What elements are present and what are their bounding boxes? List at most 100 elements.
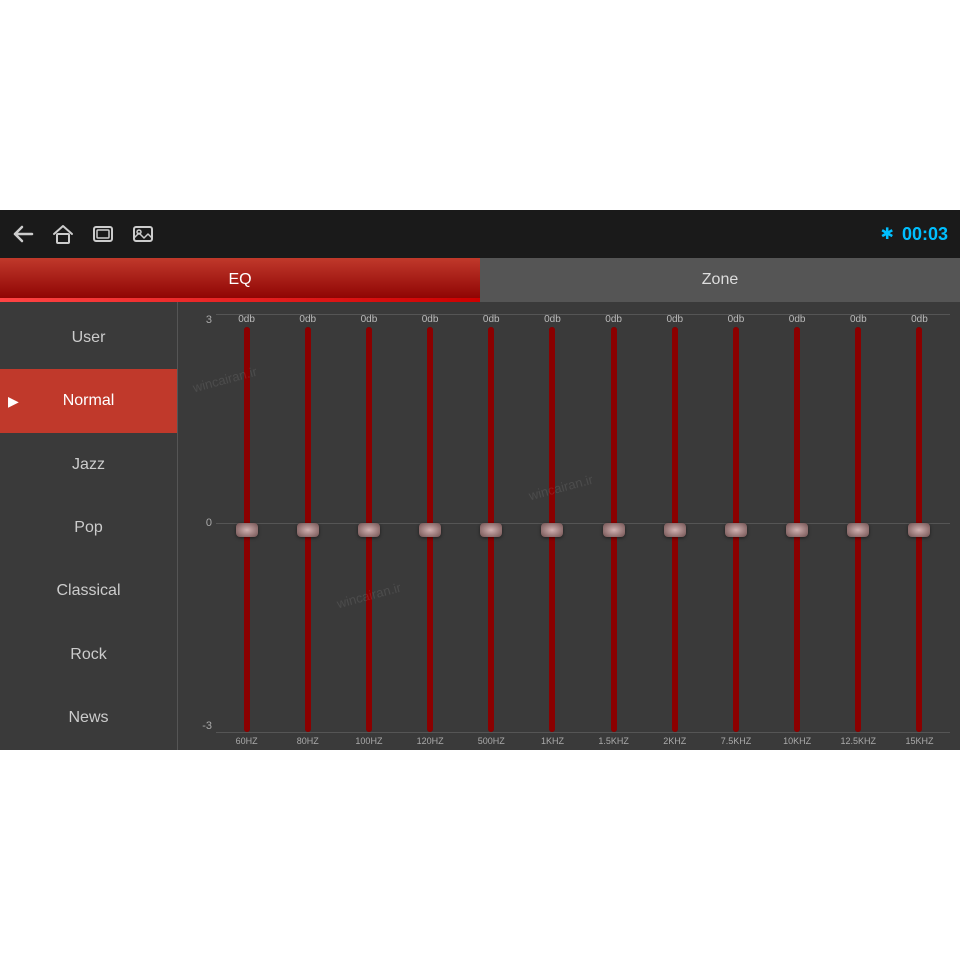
db-label-5: 0db bbox=[544, 314, 561, 325]
slider-track-4 bbox=[488, 327, 494, 732]
eq-band-12.5KHZ[interactable]: 0db bbox=[828, 314, 889, 732]
hz-label-1: 80HZ bbox=[277, 736, 338, 746]
image-button[interactable] bbox=[132, 225, 154, 243]
slider-thumb-3[interactable] bbox=[419, 523, 441, 537]
window-button[interactable] bbox=[92, 225, 114, 243]
sidebar-item-normal[interactable]: ▶ Normal bbox=[0, 369, 177, 432]
slider-track-wrap-9 bbox=[767, 327, 828, 732]
eq-band-80HZ[interactable]: 0db bbox=[277, 314, 338, 732]
sidebar-item-jazz[interactable]: Jazz bbox=[0, 433, 177, 496]
sidebar-item-classical[interactable]: Classical bbox=[0, 560, 177, 623]
eq-sliders: 0db0db0db0db0db0db0db0db0db0db0db0db bbox=[216, 314, 950, 732]
eq-panel: 3 0 -3 0db0db0db0db0db0db0db0db0db0db0db… bbox=[178, 302, 960, 750]
hz-label-4: 500HZ bbox=[461, 736, 522, 746]
eq-band-1KHZ[interactable]: 0db bbox=[522, 314, 583, 732]
slider-track-wrap-2 bbox=[338, 327, 399, 732]
eq-band-1.5KHZ[interactable]: 0db bbox=[583, 314, 644, 732]
slider-track-2 bbox=[366, 327, 372, 732]
slider-track-1 bbox=[305, 327, 311, 732]
slider-fill-top-1 bbox=[305, 327, 311, 530]
slider-thumb-8[interactable] bbox=[725, 523, 747, 537]
eq-band-100HZ[interactable]: 0db bbox=[338, 314, 399, 732]
slider-thumb-6[interactable] bbox=[603, 523, 625, 537]
grid-line-bot bbox=[216, 732, 950, 733]
db-label-9: 0db bbox=[789, 314, 806, 325]
slider-track-0 bbox=[244, 327, 250, 732]
slider-track-9 bbox=[794, 327, 800, 732]
slider-thumb-11[interactable] bbox=[908, 523, 930, 537]
slider-fill-bot-0 bbox=[244, 530, 250, 733]
main-content: User ▶ Normal Jazz Pop Classical Rock Ne… bbox=[0, 302, 960, 750]
slider-fill-top-10 bbox=[855, 327, 861, 530]
hz-label-11: 15KHZ bbox=[889, 736, 950, 746]
db-label-11: 0db bbox=[911, 314, 928, 325]
eq-band-10KHZ[interactable]: 0db bbox=[767, 314, 828, 732]
eq-band-120HZ[interactable]: 0db bbox=[400, 314, 461, 732]
eq-band-15KHZ[interactable]: 0db bbox=[889, 314, 950, 732]
slider-fill-bot-5 bbox=[549, 530, 555, 733]
slider-fill-top-0 bbox=[244, 327, 250, 530]
slider-track-wrap-0 bbox=[216, 327, 277, 732]
eq-band-60HZ[interactable]: 0db bbox=[216, 314, 277, 732]
slider-fill-bot-10 bbox=[855, 530, 861, 733]
slider-thumb-4[interactable] bbox=[480, 523, 502, 537]
sidebar-item-pop[interactable]: Pop bbox=[0, 496, 177, 559]
hz-labels: 60HZ80HZ100HZ120HZ500HZ1KHZ1.5KHZ2KHZ7.5… bbox=[188, 736, 950, 746]
db-label-7: 0db bbox=[666, 314, 683, 325]
slider-thumb-1[interactable] bbox=[297, 523, 319, 537]
slider-fill-bot-3 bbox=[427, 530, 433, 733]
sidebar-item-user[interactable]: User bbox=[0, 306, 177, 369]
slider-track-wrap-1 bbox=[277, 327, 338, 732]
home-button[interactable] bbox=[52, 224, 74, 244]
slider-thumb-7[interactable] bbox=[664, 523, 686, 537]
slider-thumb-0[interactable] bbox=[236, 523, 258, 537]
slider-fill-bot-1 bbox=[305, 530, 311, 733]
slider-thumb-5[interactable] bbox=[541, 523, 563, 537]
slider-track-wrap-11 bbox=[889, 327, 950, 732]
slider-fill-top-4 bbox=[488, 327, 494, 530]
slider-thumb-9[interactable] bbox=[786, 523, 808, 537]
slider-track-10 bbox=[855, 327, 861, 732]
slider-fill-bot-7 bbox=[672, 530, 678, 733]
db-label-3: 0db bbox=[422, 314, 439, 325]
slider-track-wrap-10 bbox=[828, 327, 889, 732]
db-label-2: 0db bbox=[361, 314, 378, 325]
slider-fill-top-3 bbox=[427, 327, 433, 530]
hz-label-5: 1KHZ bbox=[522, 736, 583, 746]
eq-band-7.5KHZ[interactable]: 0db bbox=[705, 314, 766, 732]
hz-label-10: 12.5KHZ bbox=[828, 736, 889, 746]
slider-track-8 bbox=[733, 327, 739, 732]
hz-label-7: 2KHZ bbox=[644, 736, 705, 746]
slider-track-11 bbox=[916, 327, 922, 732]
slider-track-wrap-6 bbox=[583, 327, 644, 732]
eq-band-500HZ[interactable]: 0db bbox=[461, 314, 522, 732]
db-label-8: 0db bbox=[728, 314, 745, 325]
slider-fill-top-9 bbox=[794, 327, 800, 530]
slider-track-wrap-7 bbox=[644, 327, 705, 732]
hz-label-2: 100HZ bbox=[338, 736, 399, 746]
eq-scale: 3 0 -3 bbox=[188, 314, 216, 732]
slider-fill-bot-2 bbox=[366, 530, 372, 733]
slider-track-wrap-3 bbox=[400, 327, 461, 732]
sidebar-item-news[interactable]: News bbox=[0, 687, 177, 750]
slider-fill-top-7 bbox=[672, 327, 678, 530]
eq-band-2KHZ[interactable]: 0db bbox=[644, 314, 705, 732]
slider-fill-bot-9 bbox=[794, 530, 800, 733]
slider-track-wrap-8 bbox=[705, 327, 766, 732]
tab-zone[interactable]: Zone bbox=[480, 258, 960, 302]
slider-fill-top-2 bbox=[366, 327, 372, 530]
sidebar-item-rock[interactable]: Rock bbox=[0, 623, 177, 686]
slider-thumb-10[interactable] bbox=[847, 523, 869, 537]
back-button[interactable] bbox=[12, 225, 34, 243]
slider-fill-top-8 bbox=[733, 327, 739, 530]
hz-label-3: 120HZ bbox=[400, 736, 461, 746]
top-bar: ✱ 00:03 bbox=[0, 210, 960, 258]
hz-label-0: 60HZ bbox=[216, 736, 277, 746]
slider-thumb-2[interactable] bbox=[358, 523, 380, 537]
slider-track-wrap-5 bbox=[522, 327, 583, 732]
slider-track-3 bbox=[427, 327, 433, 732]
slider-track-6 bbox=[611, 327, 617, 732]
slider-track-5 bbox=[549, 327, 555, 732]
slider-fill-bot-4 bbox=[488, 530, 494, 733]
tab-eq[interactable]: EQ bbox=[0, 258, 480, 302]
